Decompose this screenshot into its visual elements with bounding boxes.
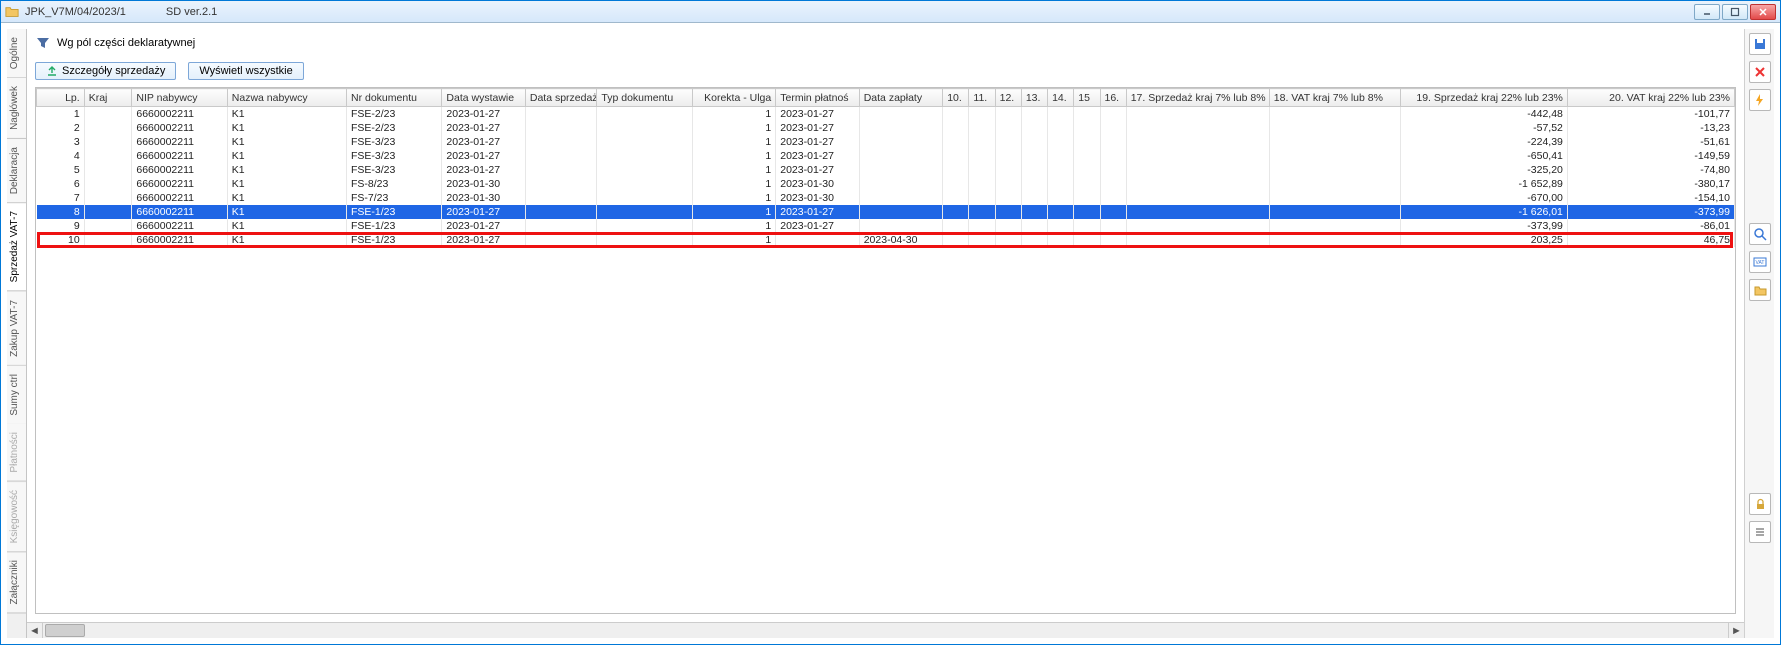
column-header-korekta[interactable]: Korekta - Ulga	[692, 89, 775, 107]
export-icon	[46, 65, 58, 77]
column-header-c17[interactable]: 17. Sprzedaż kraj 7% lub 8%	[1126, 89, 1269, 107]
folder-icon	[1753, 283, 1767, 297]
column-header-c19[interactable]: 19. Sprzedaż kraj 22% lub 23%	[1400, 89, 1567, 107]
sidebar-tab-sprzeda-vat-7[interactable]: Sprzedaż VAT-7	[7, 203, 26, 291]
lightning-icon	[1753, 93, 1767, 107]
show-all-button[interactable]: Wyświetl wszystkie	[188, 62, 303, 80]
vat-icon-button[interactable]: VAT	[1749, 251, 1771, 273]
minimize-button[interactable]	[1694, 4, 1720, 20]
column-header-nazwa[interactable]: Nazwa nabywcy	[227, 89, 346, 107]
column-header-c16[interactable]: 16.	[1100, 89, 1126, 107]
folder-icon	[5, 5, 19, 19]
table-row[interactable]: 56660002211K1FSE-3/232023-01-2712023-01-…	[37, 163, 1735, 177]
svg-text:VAT: VAT	[1755, 260, 1764, 266]
sidebar-tab-deklaracja[interactable]: Deklaracja	[7, 139, 26, 203]
toolbar-header-label: Wg pól części deklaratywnej	[57, 37, 195, 49]
sidebar-tab-ksi-gowo-: Księgowość	[7, 482, 26, 552]
column-header-nip[interactable]: NIP nabywcy	[132, 89, 227, 107]
lock-icon-button[interactable]	[1749, 493, 1771, 515]
sidebar-tab-og-lne[interactable]: Ogólne	[7, 29, 26, 78]
column-header-c14[interactable]: 14.	[1048, 89, 1074, 107]
column-header-typdok[interactable]: Typ dokumentu	[597, 89, 692, 107]
maximize-button[interactable]	[1722, 4, 1748, 20]
scroll-right-arrow[interactable]: ►	[1728, 623, 1744, 638]
scroll-left-arrow[interactable]: ◄	[27, 623, 43, 638]
list-icon-button[interactable]	[1749, 521, 1771, 543]
column-header-c20[interactable]: 20. VAT kraj 22% lub 23%	[1567, 89, 1734, 107]
zoom-icon-button[interactable]	[1749, 223, 1771, 245]
column-header-c18[interactable]: 18. VAT kraj 7% lub 8%	[1269, 89, 1400, 107]
column-header-kraj[interactable]: Kraj	[84, 89, 132, 107]
window-version: SD ver.2.1	[166, 6, 217, 18]
delete-icon-button[interactable]	[1749, 61, 1771, 83]
table-row[interactable]: 106660002211K1FSE-1/232023-01-2712023-04…	[37, 233, 1735, 247]
table-row[interactable]: 26660002211K1FSE-2/232023-01-2712023-01-…	[37, 121, 1735, 135]
column-header-c13[interactable]: 13.	[1021, 89, 1047, 107]
table-row[interactable]: 96660002211K1FSE-1/232023-01-2712023-01-…	[37, 219, 1735, 233]
sidebar-tab-p-atno-ci: Płatności	[7, 424, 26, 482]
app-window: JPK_V7M/04/2023/1 SD ver.2.1 OgólneNagłó…	[0, 0, 1781, 645]
lightning-icon-button[interactable]	[1749, 89, 1771, 111]
column-header-termin[interactable]: Termin płatnoś	[776, 89, 859, 107]
column-header-c12[interactable]: 12.	[995, 89, 1021, 107]
column-header-lp[interactable]: Lp.	[37, 89, 85, 107]
column-header-datazap[interactable]: Data zapłaty	[859, 89, 942, 107]
details-button[interactable]: Szczegóły sprzedaży	[35, 62, 176, 80]
toolbar-header: Wg pól części deklaratywnej	[27, 29, 1744, 57]
close-button[interactable]	[1750, 4, 1776, 20]
folder-icon-button[interactable]	[1749, 279, 1771, 301]
sidebar-tab-nag-wek[interactable]: Nagłówek	[7, 78, 26, 139]
zoom-icon	[1753, 227, 1767, 241]
sidebar-tab-zakup-vat-7[interactable]: Zakup VAT-7	[7, 292, 26, 366]
table-row[interactable]: 16660002211K1FSE-2/232023-01-2712023-01-…	[37, 107, 1735, 121]
sidebar-tab-sumy-ctrl[interactable]: Sumy ctrl	[7, 366, 26, 425]
column-header-nrdok[interactable]: Nr dokumentu	[347, 89, 442, 107]
table-row[interactable]: 66660002211K1FS-8/232023-01-3012023-01-3…	[37, 177, 1735, 191]
column-header-c15[interactable]: 15	[1074, 89, 1100, 107]
scroll-thumb[interactable]	[45, 624, 85, 637]
window-title: JPK_V7M/04/2023/1	[25, 6, 126, 18]
sidebar-tab-za-czniki[interactable]: Załączniki	[7, 552, 26, 613]
column-header-datawyst[interactable]: Data wystawie	[442, 89, 525, 107]
save-icon-button[interactable]	[1749, 33, 1771, 55]
titlebar: JPK_V7M/04/2023/1 SD ver.2.1	[1, 1, 1780, 23]
side-tabs: OgólneNagłówekDeklaracjaSprzedaż VAT-7Za…	[7, 29, 27, 638]
delete-icon	[1753, 65, 1767, 79]
show-all-button-label: Wyświetl wszystkie	[199, 65, 292, 77]
table-row[interactable]: 86660002211K1FSE-1/232023-01-2712023-01-…	[37, 205, 1735, 219]
table-row[interactable]: 76660002211K1FS-7/232023-01-3012023-01-3…	[37, 191, 1735, 205]
column-header-c11[interactable]: 11.	[969, 89, 995, 107]
right-toolbar: VAT	[1744, 29, 1774, 638]
filter-icon	[35, 35, 51, 51]
vat-icon: VAT	[1753, 255, 1767, 269]
column-header-datasprz[interactable]: Data sprzedaż	[525, 89, 597, 107]
table-row[interactable]: 46660002211K1FSE-3/232023-01-2712023-01-…	[37, 149, 1735, 163]
details-button-label: Szczegóły sprzedaży	[62, 65, 165, 77]
save-icon	[1753, 37, 1767, 51]
table-row[interactable]: 36660002211K1FSE-3/232023-01-2712023-01-…	[37, 135, 1735, 149]
horizontal-scrollbar[interactable]: ◄ ►	[27, 622, 1744, 638]
data-grid[interactable]: Lp.KrajNIP nabywcyNazwa nabywcyNr dokume…	[35, 87, 1736, 614]
column-header-c10[interactable]: 10.	[943, 89, 969, 107]
list-icon	[1753, 525, 1767, 539]
lock-icon	[1753, 497, 1767, 511]
